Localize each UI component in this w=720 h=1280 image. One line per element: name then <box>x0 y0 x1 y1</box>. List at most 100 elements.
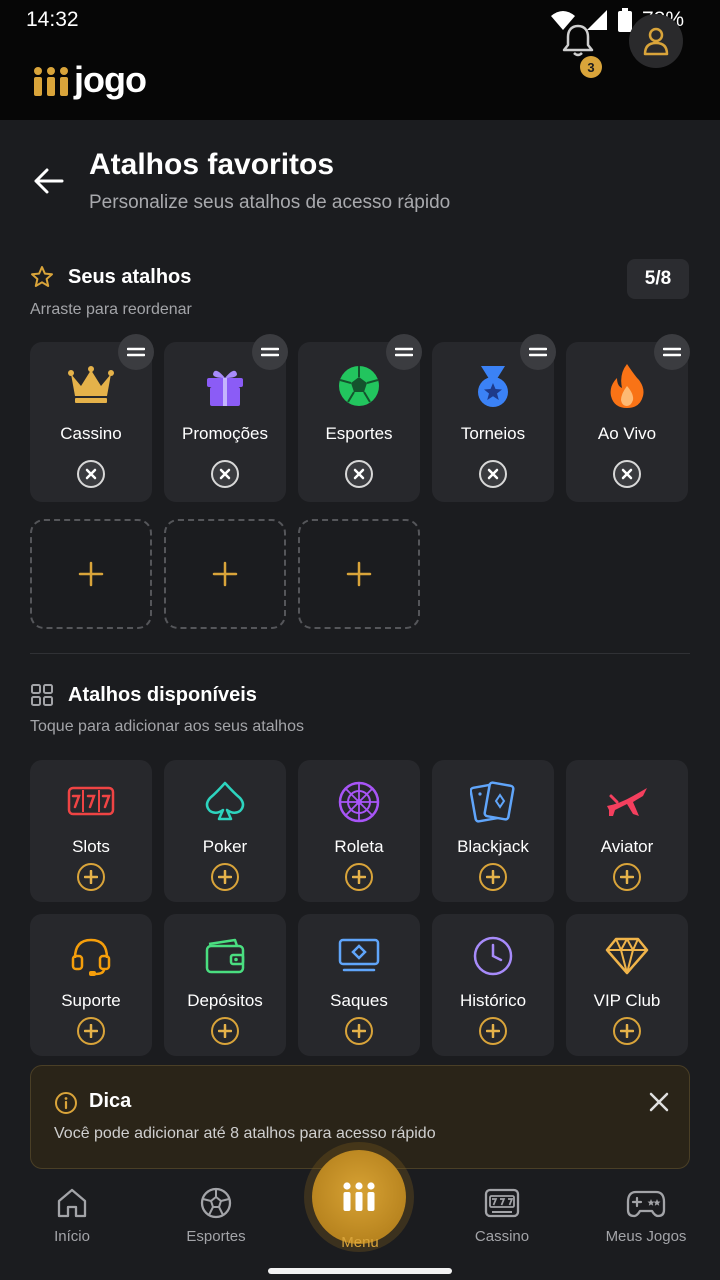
section-divider <box>30 653 690 654</box>
bottom-navigation: Início Esportes Menu Cassino Meus Jogos <box>0 1150 720 1280</box>
empty-slot[interactable] <box>164 519 286 629</box>
gamepad-icon <box>626 1190 666 1218</box>
nav-item-cassino[interactable]: Cassino <box>442 1186 562 1245</box>
plus-icon <box>486 1024 500 1038</box>
soccer-ball-icon <box>200 1187 232 1219</box>
star-icon <box>31 266 53 287</box>
battery-icon <box>617 8 632 32</box>
plus-icon <box>486 870 500 884</box>
drag-handle[interactable] <box>252 334 288 370</box>
empty-slot[interactable] <box>30 519 152 629</box>
available-tile-blackjack[interactable]: Blackjack <box>432 760 554 902</box>
available-section-header: Atalhos disponíveis <box>30 683 257 707</box>
available-label: Depósitos <box>187 991 263 1010</box>
close-icon <box>649 1092 669 1112</box>
close-icon <box>487 468 499 480</box>
favorites-section-header: Seus atalhos <box>30 265 191 289</box>
add-button[interactable] <box>211 1017 239 1045</box>
slot-machine-icon <box>484 1188 520 1218</box>
crown-icon <box>68 366 114 403</box>
cards-icon <box>470 781 515 823</box>
close-icon <box>219 468 231 480</box>
plus-icon <box>84 870 98 884</box>
drag-handle[interactable] <box>118 334 154 370</box>
close-icon <box>85 468 97 480</box>
available-tile-saques[interactable]: Saques <box>298 914 420 1056</box>
favorite-label: Promoções <box>182 424 268 443</box>
available-tile-aviator[interactable]: Aviator <box>566 760 688 902</box>
home-indicator[interactable] <box>268 1268 452 1274</box>
nav-item-inicio[interactable]: Início <box>12 1186 132 1245</box>
available-tile-poker[interactable]: Poker <box>164 760 286 902</box>
available-label: Roleta <box>334 837 384 856</box>
remove-button[interactable] <box>479 460 507 488</box>
available-tile-suporte[interactable]: Suporte <box>30 914 152 1056</box>
notifications-button[interactable] <box>558 20 598 60</box>
favorite-label: Ao Vivo <box>597 424 657 443</box>
plus-icon <box>84 1024 98 1038</box>
available-tile-historico[interactable]: Histórico <box>432 914 554 1056</box>
remove-button[interactable] <box>345 460 373 488</box>
spade-icon <box>205 781 245 821</box>
gift-icon <box>207 370 243 406</box>
add-button[interactable] <box>345 863 373 891</box>
add-button[interactable] <box>211 863 239 891</box>
plus-icon <box>352 870 366 884</box>
nav-item-esportes[interactable]: Esportes <box>156 1186 276 1245</box>
available-tile-depositos[interactable]: Depósitos <box>164 914 286 1056</box>
brand-logo[interactable]: jogo <box>32 59 147 101</box>
remove-button[interactable] <box>77 460 105 488</box>
drag-handle[interactable] <box>520 334 556 370</box>
plus-icon <box>620 1024 634 1038</box>
page-subtitle: Personalize seus atalhos de acesso rápid… <box>89 192 451 213</box>
add-button[interactable] <box>77 863 105 891</box>
status-bar: 14:32 78% <box>0 0 720 40</box>
plus-icon <box>352 1024 366 1038</box>
add-button[interactable] <box>479 1017 507 1045</box>
available-tile-vip-club[interactable]: VIP Club <box>566 914 688 1056</box>
available-label: Suporte <box>61 991 121 1010</box>
add-button[interactable] <box>345 1017 373 1045</box>
tip-text: Você pode adicionar até 8 atalhos para a… <box>54 1125 436 1142</box>
nav-label: Meus Jogos <box>605 1228 687 1245</box>
available-label: Blackjack <box>457 837 529 856</box>
nav-label: Início <box>54 1228 90 1245</box>
arrow-left-icon <box>34 168 64 194</box>
plus-icon <box>218 1024 232 1038</box>
nav-label-menu: Menu <box>341 1234 379 1251</box>
available-tile-roleta[interactable]: Roleta <box>298 760 420 902</box>
page-title: Atalhos favoritos <box>89 148 335 181</box>
tip-title: Dica <box>89 1090 132 1112</box>
remove-button[interactable] <box>613 460 641 488</box>
available-label: Saques <box>330 991 388 1010</box>
grid-icon <box>31 684 53 706</box>
tip-close-button[interactable] <box>645 1088 673 1116</box>
add-button[interactable] <box>479 863 507 891</box>
drag-handle-icon <box>663 347 681 357</box>
drag-handle[interactable] <box>654 334 690 370</box>
add-button[interactable] <box>613 1017 641 1045</box>
available-title: Atalhos disponíveis <box>68 683 257 706</box>
available-tile-slots[interactable]: Slots <box>30 760 152 902</box>
add-button[interactable] <box>613 863 641 891</box>
back-button[interactable] <box>30 162 68 200</box>
status-time: 14:32 <box>26 8 79 31</box>
add-button[interactable] <box>77 1017 105 1045</box>
roulette-icon <box>338 781 380 823</box>
drag-handle-icon <box>127 347 145 357</box>
info-icon <box>55 1092 77 1114</box>
drag-handle[interactable] <box>386 334 422 370</box>
soccer-ball-icon <box>339 366 379 406</box>
close-icon <box>353 468 365 480</box>
logo-icon <box>34 67 68 96</box>
nav-item-meus-jogos[interactable]: Meus Jogos <box>586 1186 706 1245</box>
menu-button[interactable] <box>312 1150 406 1244</box>
medal-icon <box>478 366 508 407</box>
wallet-icon <box>205 938 245 974</box>
plus-icon <box>620 870 634 884</box>
notification-badge: 3 <box>580 56 602 78</box>
profile-button[interactable] <box>629 14 683 68</box>
remove-button[interactable] <box>211 460 239 488</box>
user-icon <box>643 27 669 56</box>
empty-slot[interactable] <box>298 519 420 629</box>
